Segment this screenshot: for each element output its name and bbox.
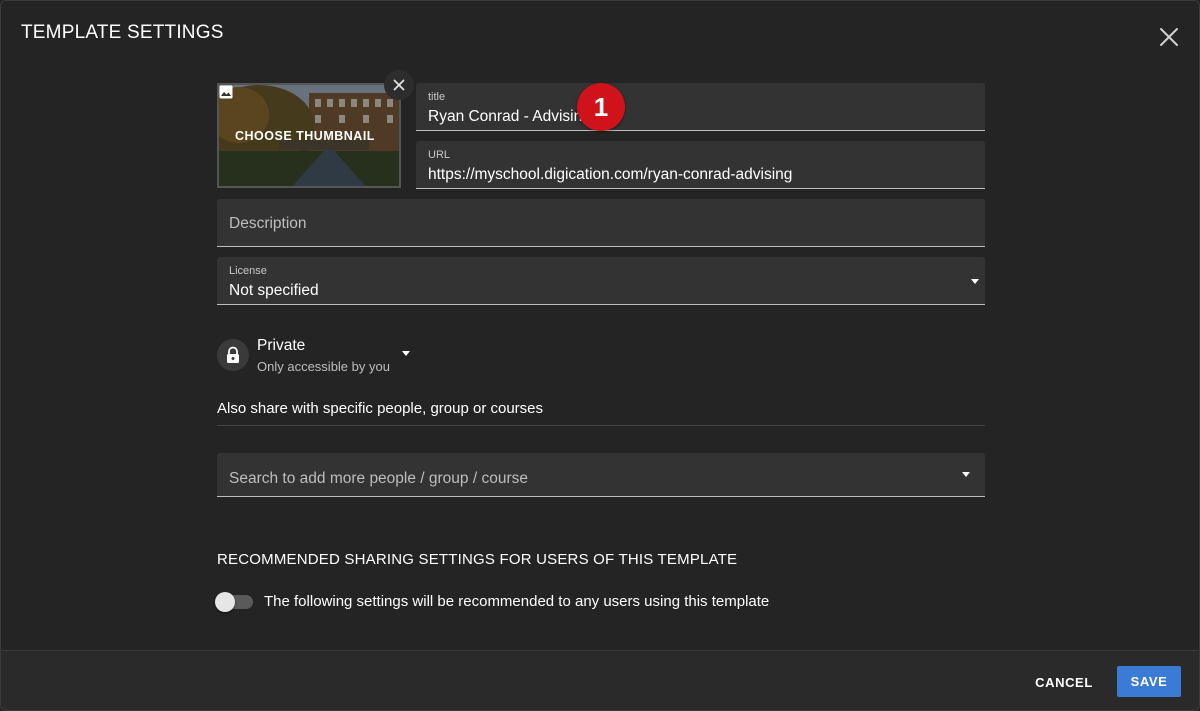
dialog-title: TEMPLATE SETTINGS bbox=[21, 22, 224, 43]
toggle-knob bbox=[215, 592, 235, 612]
close-icon bbox=[393, 79, 405, 91]
license-value: Not specified bbox=[229, 282, 319, 299]
privacy-text: Private Only accessible by you bbox=[257, 337, 390, 374]
image-icon bbox=[219, 85, 233, 99]
url-field[interactable]: URL https://myschool.digication.com/ryan… bbox=[416, 141, 985, 189]
url-field-value: https://myschool.digication.com/ryan-con… bbox=[428, 166, 793, 183]
recommended-heading: RECOMMENDED SHARING SETTINGS FOR USERS O… bbox=[217, 551, 738, 568]
divider bbox=[217, 425, 985, 426]
choose-thumbnail-label: CHOOSE THUMBNAIL bbox=[235, 128, 375, 143]
share-search-placeholder: Search to add more people / group / cour… bbox=[229, 470, 528, 487]
share-label: Also share with specific people, group o… bbox=[217, 400, 544, 417]
dialog-footer bbox=[1, 650, 1199, 710]
privacy-subtitle: Only accessible by you bbox=[257, 358, 390, 374]
thumbnail-overlay: CHOOSE THUMBNAIL bbox=[219, 85, 399, 186]
chevron-down-icon bbox=[401, 350, 410, 356]
chevron-down-icon bbox=[962, 472, 970, 477]
chevron-down-icon bbox=[971, 279, 979, 284]
license-label: License bbox=[229, 265, 267, 277]
lock-icon bbox=[227, 346, 239, 363]
privacy-title: Private bbox=[257, 336, 306, 354]
share-search-input[interactable]: Search to add more people / group / cour… bbox=[217, 453, 985, 497]
url-field-label: URL bbox=[428, 149, 451, 161]
title-field[interactable]: title Ryan Conrad - Advising bbox=[416, 83, 985, 131]
thumbnail-picker[interactable]: CHOOSE THUMBNAIL bbox=[217, 83, 401, 188]
lock-icon-wrapper bbox=[217, 339, 249, 371]
privacy-selector[interactable]: Private Only accessible by you bbox=[217, 335, 410, 375]
save-button[interactable]: SAVE bbox=[1117, 666, 1181, 697]
recommend-toggle-label: The following settings will be recommend… bbox=[264, 593, 770, 610]
title-field-label: title bbox=[428, 91, 446, 103]
close-button[interactable] bbox=[1155, 23, 1183, 51]
description-field[interactable]: Description bbox=[217, 199, 985, 247]
license-select[interactable]: License Not specified bbox=[217, 257, 985, 305]
remove-thumbnail-button[interactable] bbox=[384, 70, 414, 100]
title-field-value: Ryan Conrad - Advising bbox=[428, 108, 591, 125]
close-icon bbox=[1160, 28, 1178, 46]
description-placeholder: Description bbox=[229, 215, 307, 232]
template-settings-dialog: TEMPLATE SETTINGS CHOOSE THUMBNAIL title… bbox=[0, 0, 1200, 711]
recommend-toggle[interactable] bbox=[215, 591, 253, 612]
annotation-badge: 1 bbox=[577, 83, 625, 131]
cancel-button[interactable]: CANCEL bbox=[1023, 666, 1105, 698]
